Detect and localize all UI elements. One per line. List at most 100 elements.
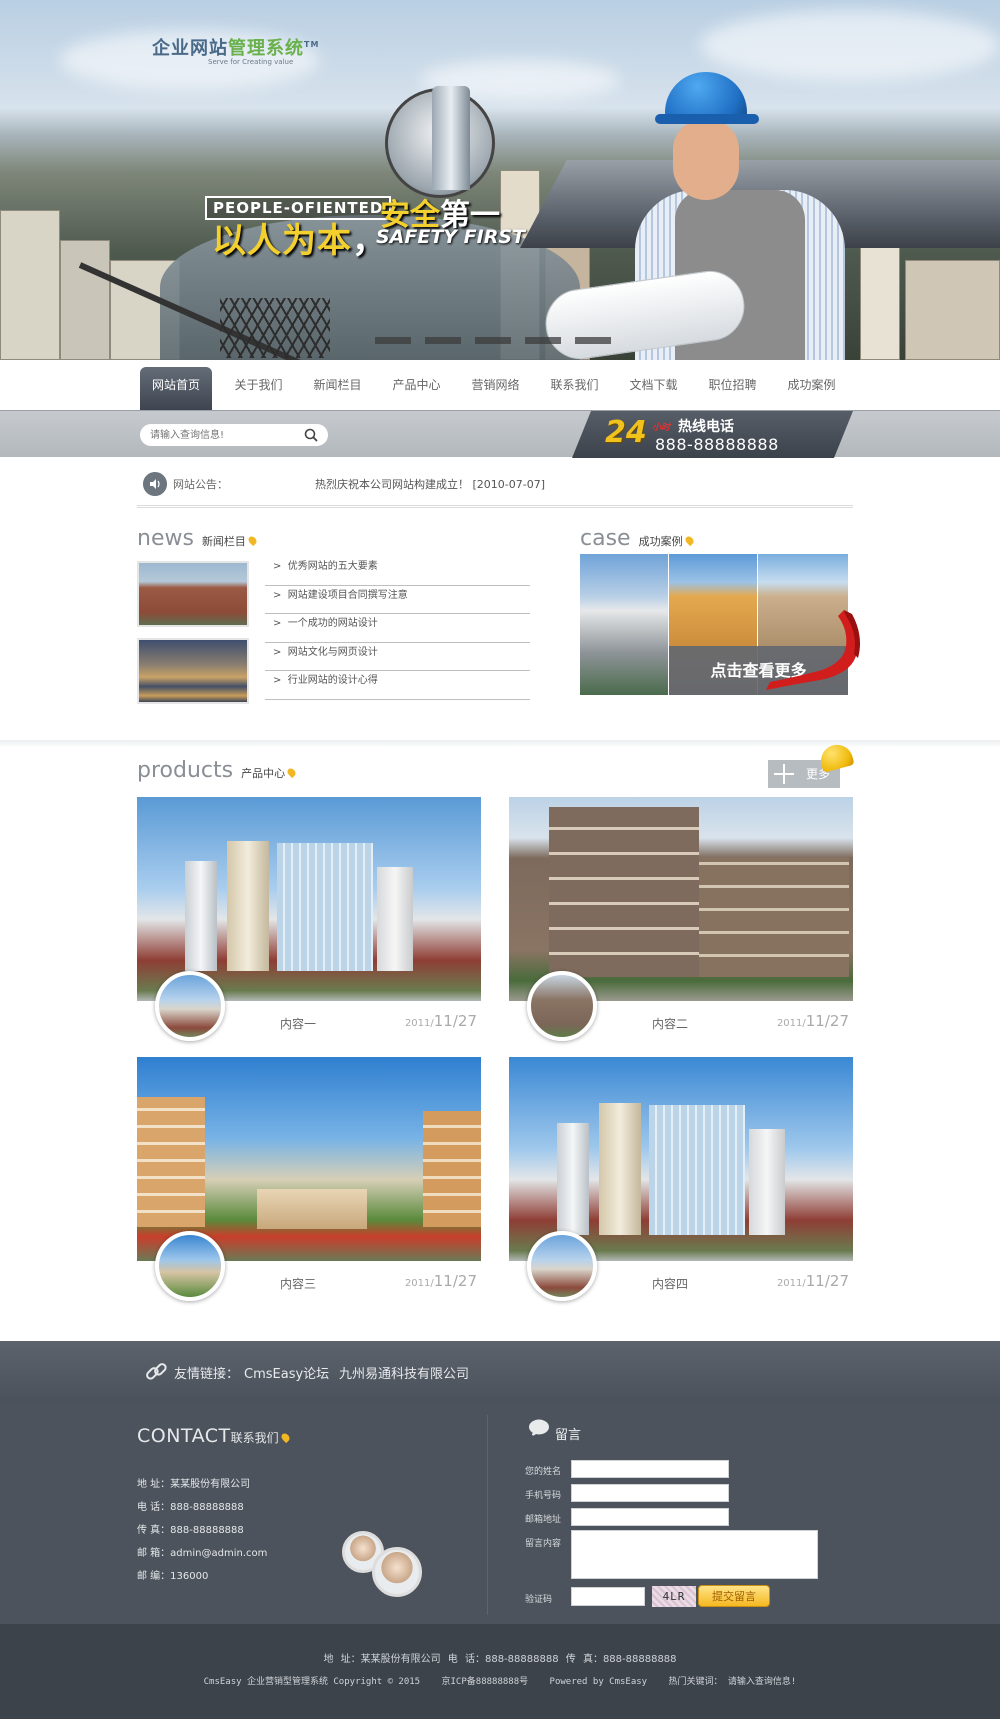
nav-item-downloads[interactable]: 文档下载: [614, 367, 693, 410]
news-item-label: 网站文化与网页设计: [287, 646, 378, 658]
news-item[interactable]: > 行业网站的设计心得: [265, 671, 530, 700]
slogan-cn1a: 以人为本: [212, 221, 352, 261]
captcha-input[interactable]: [571, 1587, 645, 1606]
site-footer: 地 址：某某股份有限公司 电 话：888-88888888 传 真：888-88…: [0, 1624, 1000, 1719]
tower: [599, 1103, 641, 1235]
plus-icon: [774, 764, 794, 784]
product-date-md: 11/27: [805, 1272, 849, 1290]
news-thumbnail[interactable]: [137, 638, 249, 704]
case-title-en: case: [580, 526, 631, 551]
slider-dot[interactable]: [475, 337, 511, 344]
news-item-label: 优秀网站的五大要素: [287, 561, 378, 572]
tower: [649, 1105, 745, 1235]
contact-title-cn: 联系我们: [230, 1431, 279, 1445]
apartment-block: [423, 1111, 481, 1227]
search-icon[interactable]: [304, 428, 318, 442]
product-thumb: [527, 1231, 597, 1301]
submit-message-button[interactable]: 提交留言: [698, 1585, 770, 1607]
friend-links-bar: 友情链接： CmsEasy论坛 九州易通科技有限公司: [0, 1341, 1000, 1403]
product-card[interactable]: 内容三 2011/11/27: [137, 1057, 481, 1303]
message-title: 留言: [555, 1428, 582, 1443]
case-title-cn: 成功案例: [638, 535, 683, 548]
tower: [227, 841, 269, 971]
news-item[interactable]: > 网站建设项目合同撰写注意: [265, 586, 530, 614]
site-logo[interactable]: 企业网站管理系统TM Serve for Creating value: [152, 34, 319, 66]
product-name[interactable]: 内容三: [280, 1275, 316, 1292]
tower: [185, 861, 217, 971]
products-title-en: products: [137, 758, 234, 783]
footer-divider: [487, 1415, 488, 1615]
pin-icon: [285, 766, 298, 779]
slider-dot[interactable]: [525, 337, 561, 344]
news-thumbnail[interactable]: [137, 561, 249, 627]
nav-item-contact[interactable]: 联系我们: [535, 367, 614, 410]
apartment-block: [699, 857, 849, 977]
nav-item-news[interactable]: 新闻栏目: [298, 367, 377, 410]
product-date-year: 2011/: [404, 1278, 434, 1289]
email-field[interactable]: [571, 1508, 729, 1526]
message-textarea[interactable]: [571, 1530, 818, 1579]
notice-label: 网站公告：: [173, 478, 228, 491]
pin-icon: [683, 534, 695, 547]
nav-item-cases[interactable]: 成功案例: [772, 367, 851, 410]
product-card[interactable]: 内容二 2011/11/27: [509, 797, 853, 1043]
product-card[interactable]: 内容一 2011/11/27: [137, 797, 481, 1043]
main-nav: 网站首页 关于我们 新闻栏目 产品中心 营销网络 联系我们 文档下载 职位招聘 …: [0, 360, 1000, 410]
nav-items: 网站首页 关于我们 新闻栏目 产品中心 营销网络 联系我们 文档下载 职位招聘 …: [140, 367, 851, 410]
notice-text[interactable]: 热烈庆祝本公司网站构建成立！ [2010-07-07]: [315, 476, 545, 492]
product-date: 2011/11/27: [405, 1011, 477, 1030]
nav-item-jobs[interactable]: 职位招聘: [693, 367, 772, 410]
tower: [377, 867, 413, 971]
tower: [749, 1129, 785, 1235]
news-item-label: 一个成功的网站设计: [287, 618, 378, 629]
news-heading: news 新闻栏目: [137, 526, 259, 551]
nav-item-network[interactable]: 营销网络: [456, 367, 535, 410]
case-image[interactable]: [580, 554, 668, 695]
footer-keywords[interactable]: 热门关键词： 请输入查询信息!: [669, 1677, 797, 1687]
product-name[interactable]: 内容四: [652, 1275, 688, 1292]
name-field[interactable]: [571, 1460, 729, 1478]
pin-icon: [246, 534, 259, 547]
phone-label: 手机号码: [525, 1491, 562, 1501]
news-item[interactable]: > 一个成功的网站设计: [265, 614, 530, 643]
city-building: [905, 260, 1000, 360]
support-avatar: [372, 1547, 422, 1597]
logo-main: 企业网站: [152, 38, 228, 59]
footer-icp[interactable]: 京ICP备88888888号: [442, 1677, 529, 1687]
product-name[interactable]: 内容一: [280, 1015, 316, 1032]
product-date-md: 11/27: [433, 1012, 477, 1030]
slider-dot[interactable]: [375, 337, 411, 344]
product-name[interactable]: 内容二: [652, 1015, 688, 1032]
friend-link[interactable]: 九州易通科技有限公司: [339, 1363, 469, 1382]
friend-link[interactable]: CmsEasy论坛: [244, 1363, 329, 1382]
products-title-cn: 产品中心: [241, 767, 286, 780]
product-thumb: [527, 971, 597, 1041]
product-card[interactable]: 内容四 2011/11/27: [509, 1057, 853, 1303]
contact-section: CONTACT 联系我们 地 址：某某股份有限公司 电 话：888-888888…: [0, 1403, 1000, 1624]
nav-item-products[interactable]: 产品中心: [377, 367, 456, 410]
news-item-label: 行业网站的设计心得: [287, 675, 378, 686]
news-item[interactable]: > 网站文化与网页设计: [265, 643, 530, 671]
contact-fax: 传 真：888-88888888: [137, 1525, 244, 1536]
slider-dot[interactable]: [575, 337, 611, 344]
news-title-en: news: [137, 526, 194, 551]
news-item[interactable]: > 优秀网站的五大要素: [265, 557, 530, 586]
contact-title-en: CONTACT: [137, 1425, 231, 1447]
contact-email[interactable]: 邮 箱：admin@admin.com: [137, 1544, 267, 1559]
footer-powered-by[interactable]: Powered by CmsEasy: [550, 1677, 648, 1687]
slider-dot[interactable]: [425, 337, 461, 344]
phone-field[interactable]: [571, 1484, 729, 1502]
captcha-image[interactable]: 4LR: [652, 1586, 696, 1607]
search-input[interactable]: [150, 427, 290, 443]
product-thumb: [155, 1231, 225, 1301]
footer-contact-line: 地 址：某某股份有限公司 电 话：888-88888888 传 真：888-88…: [323, 1654, 677, 1665]
hotline-hours: 小时: [652, 423, 671, 433]
nav-item-home[interactable]: 网站首页: [140, 367, 212, 410]
news-item-label: 网站建设项目合同撰写注意: [287, 589, 408, 601]
worker-photo: [541, 70, 865, 360]
product-date-md: 11/27: [433, 1272, 477, 1290]
hotline-phone: 888-88888888: [655, 435, 779, 454]
nav-item-about[interactable]: 关于我们: [219, 367, 298, 410]
case-heading: case 成功案例: [580, 526, 695, 551]
speech-bubble-icon: [529, 1419, 549, 1437]
